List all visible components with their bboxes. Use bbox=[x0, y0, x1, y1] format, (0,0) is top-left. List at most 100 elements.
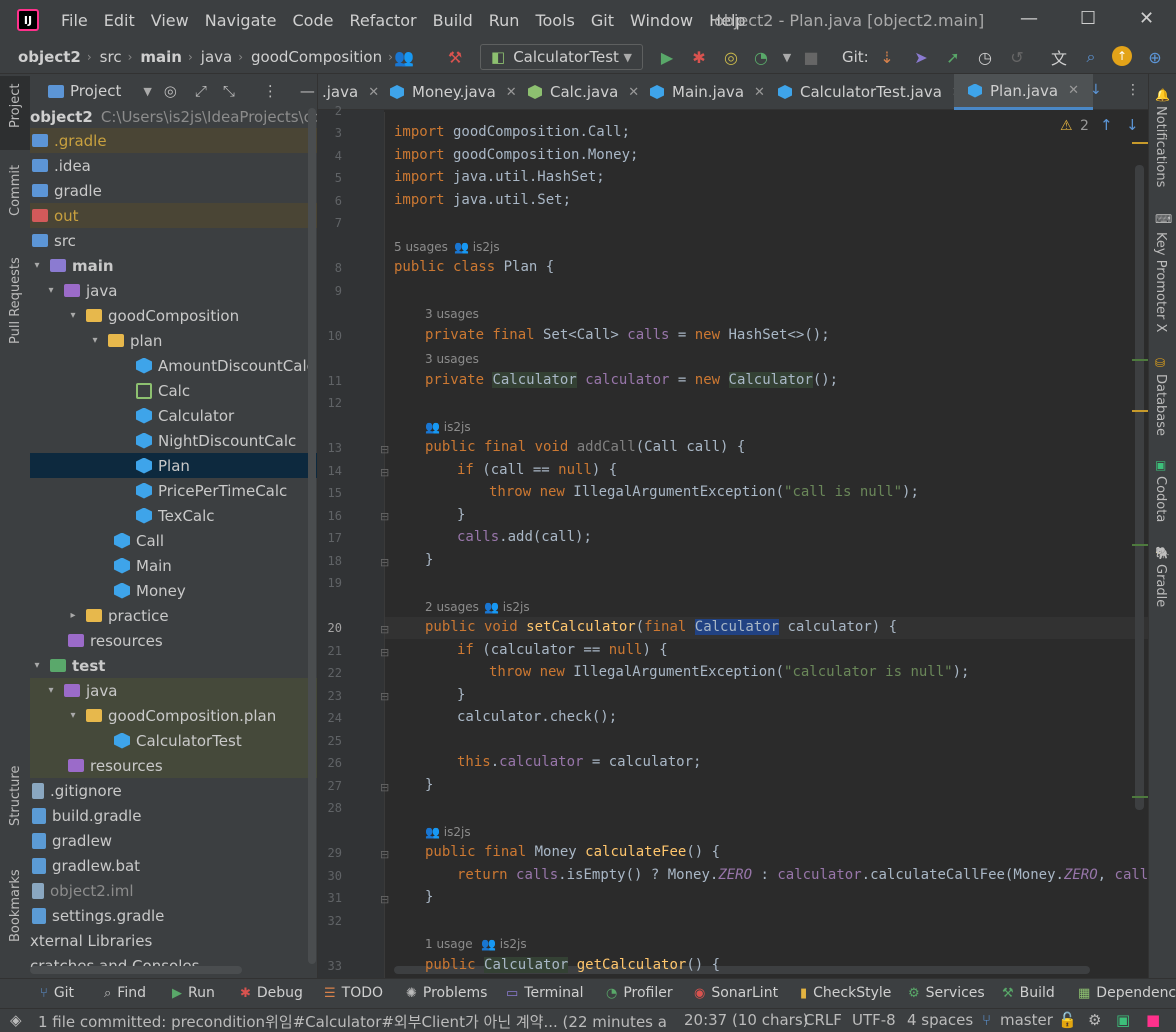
close-icon[interactable]: ✕ bbox=[1139, 8, 1154, 29]
run-config-select[interactable]: ◧ CalculatorTest ▼ bbox=[480, 44, 643, 70]
usages-hint[interactable]: 5 usages bbox=[394, 240, 448, 254]
tree-item-plan-class[interactable]: Plan bbox=[30, 453, 317, 478]
tool-profiler[interactable]: ◔ Profiler bbox=[606, 985, 673, 1001]
tree-item-plan[interactable]: ▾ plan bbox=[30, 328, 317, 353]
codota-status-icon[interactable]: ▣ bbox=[1116, 1011, 1130, 1029]
tab-calc[interactable]: Calc.java ✕ bbox=[528, 74, 639, 110]
tree-item-gradle-dir[interactable]: .gradle bbox=[30, 128, 317, 153]
tool-sonarlint[interactable]: ◉ SonarLint bbox=[694, 985, 778, 1001]
maximize-icon[interactable]: ☐ bbox=[1080, 8, 1096, 29]
tool-terminal[interactable]: ▭ Terminal bbox=[506, 985, 583, 1001]
tree-item-gradlew-bat[interactable]: gradlew.bat bbox=[30, 853, 317, 878]
tool-tab-commit[interactable]: Commit bbox=[8, 165, 23, 216]
tool-tab-key-promoter[interactable]: Key Promoter X bbox=[1153, 232, 1168, 332]
tool-tab-structure[interactable]: Structure bbox=[8, 766, 23, 826]
tree-item-object2-iml[interactable]: object2.iml bbox=[30, 878, 317, 903]
tab-close-icon[interactable]: ✕ bbox=[628, 85, 639, 100]
tree-item-external-libraries[interactable]: xternal Libraries bbox=[30, 928, 317, 953]
tree-item-src[interactable]: src bbox=[30, 228, 317, 253]
tool-checkstyle[interactable]: ▮ CheckStyle bbox=[800, 985, 891, 1001]
tree-item-gitignore[interactable]: .gitignore bbox=[30, 778, 317, 803]
project-h-scrollbar[interactable] bbox=[30, 966, 242, 974]
lock-icon[interactable]: 🔓 bbox=[1058, 1011, 1077, 1029]
git-update-icon[interactable]: ⇣ bbox=[876, 46, 898, 68]
tool-services[interactable]: ⚙ Services bbox=[908, 985, 985, 1001]
fold-icon[interactable]: ⊟ bbox=[380, 781, 389, 794]
collapse-all-icon[interactable]: ⤡ bbox=[223, 82, 235, 100]
locate-target-icon[interactable]: ◎ bbox=[164, 82, 177, 100]
tool-git[interactable]: ⑂ Git bbox=[40, 985, 74, 1001]
expand-arrow-icon[interactable]: ▾ bbox=[66, 710, 80, 721]
tree-item-calc[interactable]: Calc bbox=[30, 378, 317, 403]
tree-item-test[interactable]: ▾ test bbox=[30, 653, 317, 678]
hide-icon[interactable]: — bbox=[300, 82, 315, 100]
tab-list-down-icon[interactable]: ↓ bbox=[1090, 82, 1102, 98]
tool-find[interactable]: ⌕ Find bbox=[104, 985, 146, 1001]
expand-all-icon[interactable]: ⤢ bbox=[195, 82, 207, 100]
menu-view[interactable]: View bbox=[151, 11, 189, 30]
tree-item-pricepertimecalc[interactable]: PricePerTimeCalc bbox=[30, 478, 317, 503]
tree-item-java[interactable]: ▾ java bbox=[30, 278, 317, 303]
menu-file[interactable]: File bbox=[61, 11, 88, 30]
editor-scrollbar[interactable] bbox=[1135, 165, 1144, 810]
fold-icon[interactable]: ⊟ bbox=[380, 443, 389, 456]
tree-item-goodcomposition-plan[interactable]: ▾ goodComposition.plan bbox=[30, 703, 317, 728]
menu-navigate[interactable]: Navigate bbox=[205, 11, 277, 30]
file-encoding[interactable]: UTF-8 bbox=[852, 1011, 896, 1029]
tab-close-icon[interactable]: ✕ bbox=[368, 85, 379, 100]
breadcrumb-src[interactable]: src bbox=[100, 48, 122, 66]
tree-item-calculator[interactable]: Calculator bbox=[30, 403, 317, 428]
author-hint[interactable]: 👥 is2js bbox=[425, 420, 471, 434]
menu-code[interactable]: Code bbox=[293, 11, 334, 30]
git-push-icon[interactable]: ➚ bbox=[942, 46, 964, 68]
breadcrumb-main[interactable]: main bbox=[140, 48, 182, 66]
profile-icon[interactable]: ◔ bbox=[750, 46, 772, 68]
tab-options-icon[interactable]: ⋮ bbox=[1126, 82, 1140, 98]
run-icon[interactable]: ▶ bbox=[656, 46, 678, 68]
breadcrumb-goodcomposition[interactable]: goodComposition bbox=[251, 48, 382, 66]
usages-hint[interactable]: 3 usages bbox=[425, 307, 479, 321]
tool-tab-bookmarks[interactable]: Bookmarks bbox=[8, 869, 23, 942]
expand-arrow-icon[interactable]: ▾ bbox=[30, 260, 44, 271]
menu-git[interactable]: Git bbox=[591, 11, 614, 30]
tree-item-goodcomposition[interactable]: ▾ goodComposition bbox=[30, 303, 317, 328]
collapse-arrow-icon[interactable]: ▸ bbox=[66, 610, 80, 621]
project-panel-title[interactable]: Project bbox=[70, 82, 121, 100]
tree-item-out[interactable]: out bbox=[30, 203, 317, 228]
tool-tab-codota[interactable]: Codota bbox=[1153, 476, 1168, 522]
tool-run[interactable]: ▶ Run bbox=[172, 985, 215, 1001]
translate-icon[interactable]: 文 bbox=[1048, 46, 1070, 68]
tool-tab-notifications[interactable]: Notifications bbox=[1153, 106, 1168, 187]
usages-hint[interactable]: 3 usages bbox=[425, 352, 479, 366]
status-toggle-icon[interactable]: ◈ bbox=[10, 1011, 22, 1029]
author-hint[interactable]: 👥 is2js bbox=[425, 825, 471, 839]
fold-icon[interactable]: ⊟ bbox=[380, 556, 389, 569]
settings-icon[interactable]: ⚙ bbox=[1088, 1011, 1101, 1029]
tool-tab-project[interactable]: Project bbox=[8, 84, 23, 128]
tab-close-icon[interactable]: ✕ bbox=[1068, 83, 1079, 98]
options-icon[interactable]: ⋮ bbox=[263, 82, 278, 100]
fold-icon[interactable]: ⊟ bbox=[380, 848, 389, 861]
fold-icon[interactable]: ⊟ bbox=[380, 623, 389, 636]
plugin-status-icon[interactable]: ■ bbox=[1146, 1011, 1160, 1029]
tree-item-test-java[interactable]: ▾ java bbox=[30, 678, 317, 703]
caret-position[interactable]: 20:37 (10 chars) bbox=[684, 1011, 808, 1029]
tool-tab-gradle[interactable]: Gradle bbox=[1153, 564, 1168, 607]
expand-arrow-icon[interactable]: ▾ bbox=[88, 335, 102, 346]
git-branch[interactable]: master bbox=[1000, 1011, 1053, 1029]
menu-refactor[interactable]: Refactor bbox=[349, 11, 416, 30]
tree-item-nightdiscountcalc[interactable]: NightDiscountCalc bbox=[30, 428, 317, 453]
tree-item-amountdiscountcalc[interactable]: AmountDiscountCalc bbox=[30, 353, 317, 378]
breadcrumb-java[interactable]: java bbox=[201, 48, 232, 66]
status-message[interactable]: 1 file committed: precondition위임#Calcula… bbox=[38, 1011, 666, 1032]
expand-arrow-icon[interactable]: ▾ bbox=[30, 660, 44, 671]
tab-calculatortest[interactable]: CalculatorTest.java✕ bbox=[778, 74, 963, 110]
git-commit-icon[interactable]: ➤ bbox=[910, 46, 932, 68]
git-history-icon[interactable]: ◷ bbox=[974, 46, 996, 68]
project-root-row[interactable]: object2 C:\Users\is2js\IdeaProjects\obje bbox=[30, 104, 317, 129]
tree-item-gradle[interactable]: gradle bbox=[30, 178, 317, 203]
fold-icon[interactable]: ⊟ bbox=[380, 690, 389, 703]
tree-item-call[interactable]: Call bbox=[30, 528, 317, 553]
tree-item-gradlew[interactable]: gradlew bbox=[30, 828, 317, 853]
update-icon[interactable]: ↑ bbox=[1112, 46, 1132, 66]
